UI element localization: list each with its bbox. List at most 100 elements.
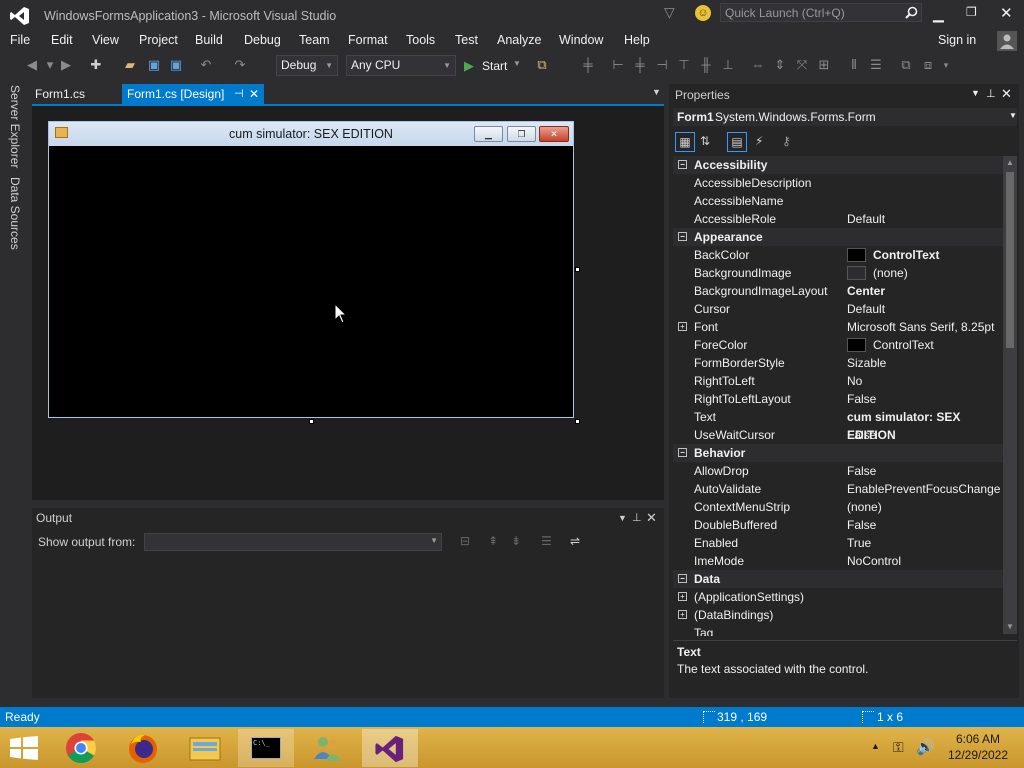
make-same-width-icon[interactable]: ⇔ — [750, 57, 766, 73]
object-selector[interactable]: Form1 System.Windows.Forms.Form ▼ — [673, 108, 1017, 126]
align-to-grid-icon[interactable]: ╪ — [580, 57, 596, 73]
close-icon[interactable]: ✕ — [1001, 86, 1012, 102]
property-row[interactable]: AccessibleName — [673, 192, 1003, 210]
property-row[interactable]: AccessibleRole Default — [673, 210, 1003, 228]
property-value[interactable]: NoControl — [847, 552, 901, 570]
tab-form1-cs[interactable]: Form1.cs — [30, 84, 122, 104]
navigate-back-dropdown-icon[interactable]: ▾ — [42, 57, 58, 73]
property-value[interactable]: (none) — [847, 498, 882, 516]
property-row[interactable]: AllowDrop False — [673, 462, 1003, 480]
property-value[interactable]: Center — [847, 282, 885, 300]
property-row[interactable]: FormBorderStyle Sizable — [673, 354, 1003, 372]
menu-test[interactable]: Test — [455, 33, 478, 47]
menu-edit[interactable]: Edit — [51, 33, 73, 47]
property-grid-scrollbar[interactable]: ▲ ▼ — [1003, 156, 1017, 634]
close-tab-icon[interactable]: ✕ — [249, 84, 259, 104]
property-row[interactable]: ContextMenuStrip (none) — [673, 498, 1003, 516]
property-row[interactable]: + Font Microsoft Sans Serif, 8.25pt — [673, 318, 1003, 336]
word-wrap-icon[interactable]: ⇌ — [570, 534, 580, 548]
property-category[interactable]: − Data — [673, 570, 1003, 588]
feedback-smiley-icon[interactable]: ☺ — [695, 5, 711, 21]
menu-help[interactable]: Help — [624, 33, 650, 47]
menu-project[interactable]: Project — [139, 33, 178, 47]
network-icon[interactable]: ⚿ — [893, 739, 904, 756]
filter-icon[interactable]: ▽ — [664, 4, 675, 21]
search-icon[interactable] — [905, 6, 918, 19]
align-middles-icon[interactable]: ╫ — [698, 57, 714, 73]
restore-icon[interactable]: ❐ — [966, 5, 977, 19]
pin-icon[interactable]: ⊥ — [986, 87, 996, 100]
events-icon[interactable]: ⚡ — [755, 134, 763, 148]
property-row[interactable]: Enabled True — [673, 534, 1003, 552]
property-value[interactable]: Sizable — [847, 354, 886, 372]
expand-icon[interactable]: + — [678, 322, 687, 331]
property-value[interactable]: False — [847, 462, 876, 480]
menu-window[interactable]: Window — [559, 33, 603, 47]
property-row[interactable]: Tag — [673, 624, 1003, 636]
align-lefts-icon[interactable]: ⊢ — [610, 57, 626, 73]
designer-form[interactable]: cum simulator: SEX EDITION ▁ ❐ ✕ — [48, 121, 574, 418]
property-value[interactable]: True — [847, 534, 871, 552]
navigate-back-icon[interactable]: ◀ — [24, 57, 40, 73]
pin-icon[interactable]: ⊣ — [234, 84, 244, 104]
account-avatar-icon[interactable] — [997, 31, 1017, 51]
platform-select[interactable]: Any CPU ▼ — [346, 55, 456, 76]
clear-all-icon[interactable]: ☰ — [541, 534, 552, 548]
firefox-taskbar-button[interactable] — [115, 729, 171, 767]
property-category[interactable]: − Accessibility — [673, 156, 1003, 174]
property-value[interactable]: No — [847, 372, 862, 390]
close-icon[interactable]: ✕ — [1000, 4, 1013, 22]
volume-icon[interactable]: 🔊 — [916, 738, 935, 756]
quick-launch-input[interactable]: Quick Launch (Ctrl+Q) — [725, 6, 845, 20]
property-row[interactable]: RightToLeftLayout False — [673, 390, 1003, 408]
property-value[interactable]: EnablePreventFocusChange — [847, 480, 1000, 498]
visual-studio-taskbar-button[interactable] — [362, 729, 418, 767]
property-pages-icon[interactable]: ⚷ — [782, 134, 791, 148]
property-row[interactable]: ImeMode NoControl — [673, 552, 1003, 570]
collapse-icon[interactable]: − — [678, 160, 687, 169]
menu-file[interactable]: File — [10, 33, 30, 47]
menu-view[interactable]: View — [92, 33, 119, 47]
app-taskbar-button[interactable] — [300, 729, 356, 767]
align-centers-icon[interactable]: ╪ — [632, 57, 648, 73]
menu-build[interactable]: Build — [195, 33, 223, 47]
property-row[interactable]: AutoValidate EnablePreventFocusChange — [673, 480, 1003, 498]
quick-launch-box[interactable]: Quick Launch (Ctrl+Q) — [720, 3, 922, 22]
output-source-select[interactable]: ▼ — [144, 533, 442, 551]
toolbar-overflow-icon[interactable]: ▾ — [938, 57, 954, 73]
vertical-spacing-icon[interactable]: ☰ — [868, 57, 884, 73]
property-row[interactable]: BackgroundImage (none) — [673, 264, 1003, 282]
property-value[interactable]: Microsoft Sans Serif, 8.25pt — [847, 318, 994, 336]
resize-handle-bottom[interactable] — [309, 419, 314, 424]
make-same-height-icon[interactable]: ⇕ — [772, 57, 788, 73]
property-row[interactable]: UseWaitCursor False — [673, 426, 1003, 444]
make-same-size-icon[interactable]: ⤧ — [794, 57, 810, 73]
find-in-files-icon[interactable]: ⧉ — [534, 57, 550, 73]
tab-overflow-icon[interactable]: ▼ — [652, 87, 661, 97]
property-row[interactable]: Cursor Default — [673, 300, 1003, 318]
align-tops-icon[interactable]: ⊤ — [676, 57, 692, 73]
prev-message-icon[interactable]: ⇞ — [488, 534, 498, 548]
property-row[interactable]: AccessibleDescription — [673, 174, 1003, 192]
collapse-icon[interactable]: − — [678, 232, 687, 241]
property-value[interactable]: False — [847, 390, 876, 408]
windows-start-icon[interactable] — [10, 736, 38, 760]
tab-form1-design[interactable]: Form1.cs [Design] ⊣ ✕ — [122, 84, 264, 104]
new-project-icon[interactable]: ✚ — [88, 57, 104, 73]
property-value[interactable]: False — [847, 426, 876, 444]
scroll-down-icon[interactable]: ▼ — [1006, 622, 1014, 631]
open-file-icon[interactable]: ▰ — [122, 57, 138, 73]
chrome-taskbar-button[interactable] — [55, 729, 111, 767]
property-value[interactable]: Default — [847, 300, 885, 318]
tab-server-explorer[interactable]: Server Explorer — [8, 85, 22, 168]
menu-analyze[interactable]: Analyze — [497, 33, 541, 47]
bring-to-front-icon[interactable]: ⧉ — [898, 57, 914, 73]
property-category[interactable]: − Behavior — [673, 444, 1003, 462]
resize-handle-right[interactable] — [575, 267, 580, 272]
panel-menu-icon[interactable]: ▼ — [618, 508, 627, 528]
tab-data-sources[interactable]: Data Sources — [8, 177, 22, 250]
sign-in-link[interactable]: Sign in — [938, 33, 976, 47]
close-icon[interactable]: ✕ — [646, 508, 657, 528]
menu-team[interactable]: Team — [299, 33, 330, 47]
menu-tools[interactable]: Tools — [406, 33, 435, 47]
